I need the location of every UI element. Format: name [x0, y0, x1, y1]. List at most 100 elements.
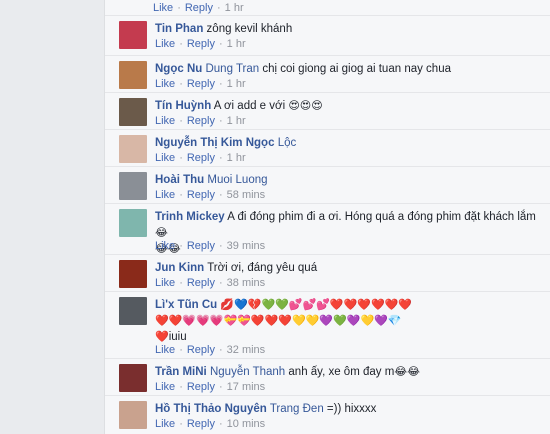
- reply-link[interactable]: Reply: [187, 78, 215, 90]
- comment-item: Ngọc Nu Dung Tran chị coi giong ai giog …: [113, 58, 547, 95]
- comment-time: 17 mins: [226, 381, 266, 393]
- reply-link[interactable]: Reply: [185, 2, 213, 14]
- tagged-user[interactable]: Nguyễn Thanh: [210, 366, 285, 378]
- comment-meta: Like · Reply · 1 hr: [155, 38, 246, 50]
- avatar[interactable]: [119, 209, 147, 237]
- comment-item: Tín Huỳnh A ơi add e với 😍😍😍 Like · Reply ·…: [113, 95, 547, 132]
- comment-time: 32 mins: [226, 344, 266, 356]
- comment-time: 39 mins: [226, 240, 266, 252]
- like-link[interactable]: Like: [155, 189, 175, 201]
- comment-meta: Like · Reply · 39 mins: [155, 240, 266, 252]
- comment-body: Hoài Thu Muoi Luong: [155, 172, 541, 188]
- comment-time: 1 hr: [226, 115, 246, 127]
- comment-time: 38 mins: [226, 277, 266, 289]
- comment-item: Tin Phan zông kevil khánh Like · Reply · 1 h…: [113, 18, 547, 58]
- comment-body: Trần MiNi Nguyễn Thanh anh ấy, xe ôm đay…: [155, 364, 541, 380]
- emoji: 😂: [155, 227, 168, 239]
- reply-link[interactable]: Reply: [187, 418, 215, 430]
- comment-meta-top: Like · Reply · 1 hr: [153, 2, 244, 14]
- like-link[interactable]: Like: [155, 344, 175, 356]
- reply-link[interactable]: Reply: [187, 277, 215, 289]
- comment-text: zông kevil khánh: [203, 23, 293, 35]
- comment-body: Ngọc Nu Dung Tran chị coi giong ai giog …: [155, 61, 541, 77]
- comment-meta: Like · Reply · 17 mins: [155, 381, 266, 393]
- comment-time: 1 hr: [226, 152, 246, 164]
- avatar[interactable]: [119, 135, 147, 163]
- avatar[interactable]: [119, 364, 147, 392]
- comment-text: chị coi giong ai giog ai tuan nay chua: [259, 63, 451, 75]
- comment-item: Lì'x Tũn Cu 💋💙💔💚💚💕💕💕❤️❤️❤️❤️❤️❤️ ❤️❤️💗💗💗…: [113, 294, 547, 360]
- tagged-user[interactable]: Lộc: [278, 137, 297, 149]
- comment-body: Tín Huỳnh A ơi add e với 😍😍😍: [155, 98, 541, 114]
- comment-meta: Like · Reply · 38 mins: [155, 277, 266, 289]
- comment-item: Nguyễn Thị Kim Ngọc Lộc Like · Reply · 1 hr: [113, 132, 547, 169]
- comment-author[interactable]: Ngọc Nu: [155, 63, 202, 75]
- comment-author[interactable]: Tín Huỳnh: [155, 100, 211, 112]
- comment-author[interactable]: Trinh Mickey: [155, 211, 225, 223]
- comment-meta: Like · Reply · 1 hr: [155, 152, 246, 164]
- comment-text: iuiu: [168, 331, 187, 343]
- comment-body: Lì'x Tũn Cu 💋💙💔💚💚💕💕💕❤️❤️❤️❤️❤️❤️ ❤️❤️💗💗💗…: [155, 297, 541, 345]
- tagged-user[interactable]: Muoi Luong: [207, 174, 267, 186]
- tagged-user[interactable]: Dung Tran: [205, 63, 259, 75]
- avatar[interactable]: [119, 98, 147, 126]
- avatar[interactable]: [119, 172, 147, 200]
- comment-text: =)) hixxxx: [323, 403, 377, 415]
- avatar[interactable]: [119, 61, 147, 89]
- comment-author[interactable]: Hoài Thu: [155, 174, 204, 186]
- reply-link[interactable]: Reply: [187, 38, 215, 50]
- comment-author[interactable]: Jun Kinn: [155, 262, 204, 274]
- like-link[interactable]: Like: [155, 381, 175, 393]
- emoji: ❤️❤️💗💗💗💝💝❤️❤️❤️💛💛💜💚💜💛💜💎: [155, 315, 402, 327]
- comments-panel: Like · Reply · 1 hr Tin Phan zông kevil khán…: [104, 0, 550, 434]
- comment-author[interactable]: Hồ Thị Thảo Nguyên: [155, 403, 267, 415]
- avatar[interactable]: [119, 401, 147, 429]
- comment-item: Trần MiNi Nguyễn Thanh anh ấy, xe ôm đay…: [113, 361, 547, 398]
- avatar[interactable]: [119, 297, 147, 325]
- emoji: ❤️: [155, 331, 169, 343]
- comment-body: Nguyễn Thị Kim Ngọc Lộc: [155, 135, 541, 151]
- reply-link[interactable]: Reply: [187, 189, 215, 201]
- like-link[interactable]: Like: [155, 78, 175, 90]
- reply-link[interactable]: Reply: [187, 344, 215, 356]
- comment-body: Hồ Thị Thảo Nguyên Trang Đen =)) hixxxx: [155, 401, 541, 417]
- comment-time: 1 hr: [226, 38, 246, 50]
- reply-link[interactable]: Reply: [187, 115, 215, 127]
- tagged-user[interactable]: Trang Đen: [270, 403, 324, 415]
- like-link[interactable]: Like: [155, 277, 175, 289]
- emoji: 💋💙💔💚💚💕💕💕❤️❤️❤️❤️❤️❤️: [220, 299, 413, 311]
- reply-link[interactable]: Reply: [187, 240, 215, 252]
- like-link[interactable]: Like: [153, 2, 173, 14]
- comment-author[interactable]: Nguyễn Thị Kim Ngọc: [155, 137, 274, 149]
- comment-meta: Like · Reply · 10 mins: [155, 418, 266, 430]
- comment-author[interactable]: Trần MiNi: [155, 366, 207, 378]
- emoji: 😂😂: [394, 366, 421, 378]
- comment-meta: Like · Reply · 58 mins: [155, 189, 266, 201]
- comment-item: Jun Kinn Trời ơi, đáng yêu quá Like · Repl…: [113, 257, 547, 294]
- like-link[interactable]: Like: [155, 240, 175, 252]
- reply-link[interactable]: Reply: [187, 152, 215, 164]
- comment-time: 10 mins: [226, 418, 266, 430]
- comment-meta: Like · Reply · 32 mins: [155, 344, 266, 356]
- comment-item: Hoài Thu Muoi Luong Like · Reply · 58 mins: [113, 169, 547, 206]
- comment-text: anh ấy, xe ôm đay m: [285, 366, 395, 378]
- like-link[interactable]: Like: [155, 38, 175, 50]
- comment-time: 1 hr: [226, 78, 246, 90]
- like-link[interactable]: Like: [155, 152, 175, 164]
- comment-text: A ơi add e với: [211, 100, 289, 112]
- emoji: 😍😍😍: [288, 100, 323, 112]
- comment-body: Tin Phan zông kevil khánh: [155, 21, 541, 37]
- like-link[interactable]: Like: [155, 418, 175, 430]
- comment-time: 58 mins: [226, 189, 266, 201]
- comment-time: 1 hr: [224, 2, 244, 14]
- comment-item: Trinh Mickey A đi đóng phim đi a ơi. Hón…: [113, 206, 547, 257]
- like-link[interactable]: Like: [155, 115, 175, 127]
- comment-author[interactable]: Lì'x Tũn Cu: [155, 299, 217, 311]
- comment-item: Hồ Thị Thảo Nguyên Trang Đen =)) hixxxx …: [113, 398, 547, 434]
- comment-meta: Like · Reply · 1 hr: [155, 115, 246, 127]
- comment-meta: Like · Reply · 1 hr: [155, 78, 246, 90]
- avatar[interactable]: [119, 260, 147, 288]
- comment-author[interactable]: Tin Phan: [155, 23, 203, 35]
- reply-link[interactable]: Reply: [187, 381, 215, 393]
- avatar[interactable]: [119, 21, 147, 49]
